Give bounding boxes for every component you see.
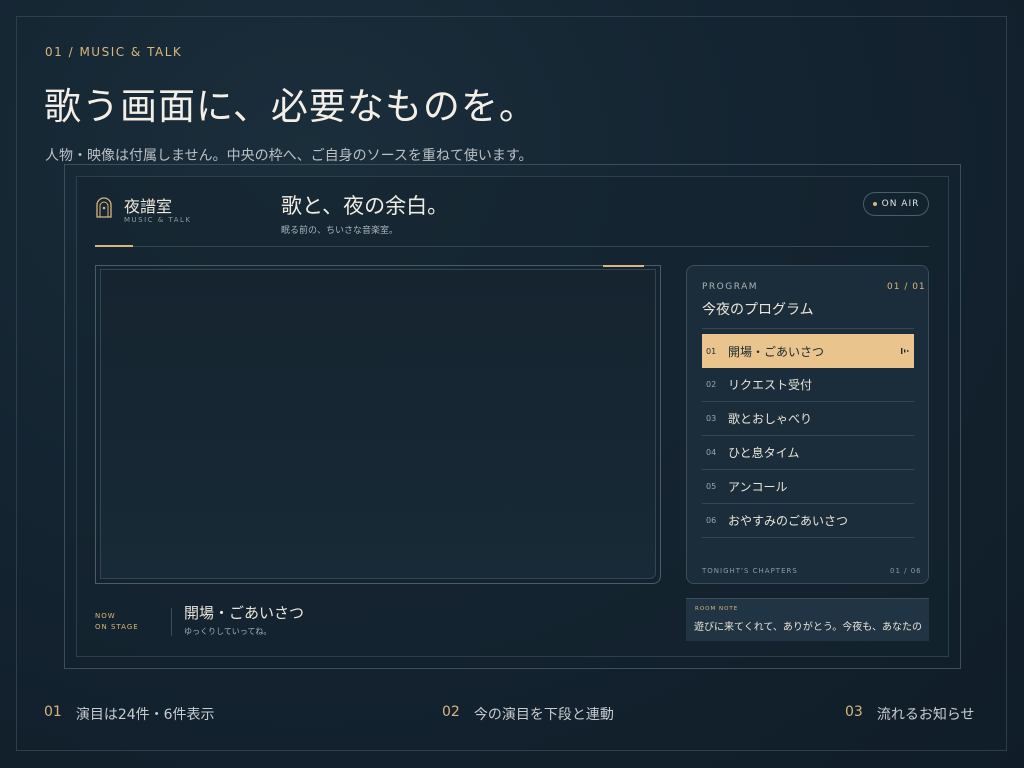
- program-item-number: 02: [706, 380, 717, 389]
- program-title: 今夜のプログラム: [702, 302, 814, 318]
- program-item-name: おやすみのごあいさつ: [728, 514, 849, 528]
- feature-2: 02 今の演目を下段と連動: [442, 704, 614, 724]
- program-item-number: 03: [706, 414, 717, 423]
- program-page-count: 01 / 01: [887, 282, 926, 292]
- program-item[interactable]: 06 おやすみのごあいさつ: [702, 504, 914, 538]
- stage-source-area[interactable]: [100, 269, 656, 579]
- room-note-text: 遊びに来てくれて、ありがとう。今夜も、あなたの: [694, 622, 922, 633]
- header-divider-accent: [95, 245, 133, 247]
- now-divider: [171, 608, 172, 636]
- feature-number: 02: [442, 704, 460, 720]
- room-note-ticker: ROOM NOTE 遊びに来てくれて、ありがとう。今夜も、あなたの: [686, 598, 929, 641]
- chapters-label: TONIGHT'S CHAPTERS: [702, 567, 798, 575]
- program-item[interactable]: 05 アンコール: [702, 470, 914, 504]
- program-label: PROGRAM: [702, 282, 759, 292]
- program-item-name: ひと息タイム: [728, 446, 800, 460]
- header-subtitle: 眠る前の、ちいさな音楽室。: [281, 226, 399, 236]
- chapters-count: 01 / 06: [890, 567, 922, 575]
- brand-name: 夜譜室: [124, 197, 173, 216]
- feature-text: 演目は24件・6件表示: [75, 707, 215, 723]
- playing-indicator-icon: [901, 348, 909, 354]
- program-item-number: 05: [706, 482, 717, 491]
- program-item-number: 01: [706, 346, 717, 356]
- program-item[interactable]: 02 リクエスト受付: [702, 368, 914, 402]
- now-on-stage-label: NOW ON STAGE: [95, 612, 139, 631]
- program-item-number: 06: [706, 516, 717, 525]
- program-item-number: 04: [706, 448, 717, 457]
- brand-subtitle: MUSIC & TALK: [124, 216, 192, 224]
- program-item-name: 歌とおしゃべり: [728, 412, 813, 426]
- feature-number: 03: [845, 704, 863, 720]
- header-title: 歌と、夜の余白。: [281, 194, 449, 218]
- on-air-label: ON AIR: [881, 199, 920, 209]
- live-dot-icon: [872, 202, 877, 206]
- program-item-active[interactable]: 01 開場・ごあいさつ: [702, 334, 914, 368]
- stage-accent: [603, 265, 644, 267]
- feature-1: 01 演目は24件・6件表示: [44, 704, 215, 724]
- feature-text: 今の演目を下段と連動: [473, 707, 614, 723]
- program-item-name: アンコール: [728, 480, 788, 494]
- page-headline: 歌う画面に、必要なものを。: [44, 85, 537, 128]
- header-divider: [95, 246, 929, 247]
- program-item-name: 開場・ごあいさつ: [728, 344, 825, 359]
- feature-number: 01: [44, 704, 62, 720]
- now-title: 開場・ごあいさつ: [184, 604, 305, 622]
- section-eyebrow: 01 / MUSIC & TALK: [45, 45, 183, 59]
- program-item-name: リクエスト受付: [728, 378, 813, 392]
- arch-window-icon: [96, 197, 112, 218]
- on-air-badge[interactable]: ON AIR: [863, 192, 929, 216]
- program-item[interactable]: 04 ひと息タイム: [702, 436, 914, 470]
- program-divider: [702, 328, 914, 329]
- program-list: 01 開場・ごあいさつ 02 リクエスト受付 03 歌とおしゃべり 04 ひと息…: [702, 334, 914, 538]
- page-subline: 人物・映像は付属しません。中央の枠へ、ご自身のソースを重ねて使います。: [45, 148, 533, 164]
- feature-text: 流れるお知らせ: [876, 707, 975, 723]
- feature-3: 03 流れるお知らせ: [845, 704, 975, 724]
- room-note-label: ROOM NOTE: [695, 606, 739, 612]
- now-subtitle: ゆっくりしていってね。: [184, 627, 272, 636]
- program-item[interactable]: 03 歌とおしゃべり: [702, 402, 914, 436]
